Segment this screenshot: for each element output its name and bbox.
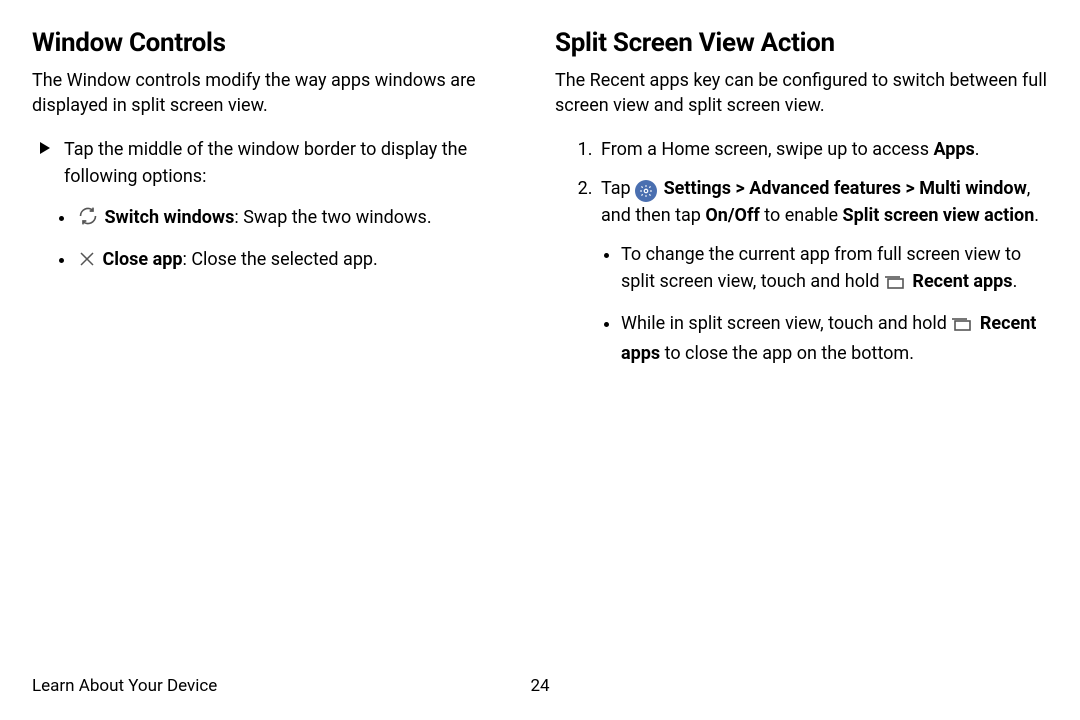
step2-multi: Multi window: [919, 178, 1027, 199]
step2-advanced: Advanced features: [749, 178, 901, 199]
step2-enable: to enable: [760, 205, 843, 226]
sub-steps: To change the current app from full scre…: [601, 241, 1048, 367]
sub2-suffix: to close the app on the bottom.: [660, 343, 914, 364]
step-2: Tap Settings > Advanced features > Multi…: [597, 175, 1048, 367]
step2-end: .: [1034, 205, 1039, 226]
switch-windows-option: Switch windows: Swap the two windows.: [76, 204, 525, 234]
heading-window-controls: Window Controls: [32, 28, 525, 58]
sub2-prefix: While in split screen view, touch and ho…: [621, 313, 951, 334]
sub-step-1: To change the current app from full scre…: [621, 241, 1048, 298]
step2-chev1: >: [731, 178, 749, 199]
content-columns: Window Controls The Window controls modi…: [32, 28, 1048, 379]
page-footer: Learn About Your Device 24: [32, 676, 1048, 696]
step2-onoff: On/Off: [705, 205, 759, 226]
close-app-desc: : Close the selected app.: [183, 249, 378, 270]
sub-step-2: While in split screen view, touch and ho…: [621, 310, 1048, 367]
right-column: Split Screen View Action The Recent apps…: [555, 28, 1048, 379]
settings-gear-icon: [635, 180, 657, 202]
intro-window-controls: The Window controls modify the way apps …: [32, 68, 525, 118]
close-app-option: Close app: Close the selected app.: [76, 246, 525, 276]
steps-list: From a Home screen, swipe up to access A…: [555, 136, 1048, 367]
switch-windows-desc: : Swap the two windows.: [234, 207, 431, 228]
sub1-suffix: .: [1013, 271, 1018, 292]
footer-page-number: 24: [530, 676, 549, 696]
heading-split-screen: Split Screen View Action: [555, 28, 1048, 58]
arrow-instruction: Tap the middle of the window border to d…: [38, 136, 525, 190]
options-list: Switch windows: Swap the two windows. Cl…: [32, 204, 525, 276]
step1-prefix: From a Home screen, swipe up to access: [601, 139, 933, 160]
switch-windows-label: Switch windows: [104, 207, 234, 228]
step-1: From a Home screen, swipe up to access A…: [597, 136, 1048, 163]
step2-chev2: >: [901, 178, 919, 199]
footer-section-label: Learn About Your Device: [32, 676, 217, 696]
step1-suffix: .: [975, 139, 980, 160]
step2-tap: Tap: [601, 178, 635, 199]
step2-settings: Settings: [664, 178, 731, 199]
step1-apps: Apps: [933, 139, 974, 160]
close-icon: [78, 249, 96, 276]
recent-apps-icon: [884, 271, 906, 298]
step2-action: Split screen view action: [843, 205, 1035, 226]
switch-windows-icon: [78, 206, 98, 234]
intro-split-screen: The Recent apps key can be configured to…: [555, 68, 1048, 118]
play-arrow-icon: [38, 136, 52, 163]
recent-apps-icon: [951, 313, 973, 340]
arrow-text: Tap the middle of the window border to d…: [64, 136, 525, 190]
close-app-label: Close app: [102, 249, 182, 270]
sub1-recent: Recent apps: [912, 271, 1012, 292]
left-column: Window Controls The Window controls modi…: [32, 28, 525, 379]
